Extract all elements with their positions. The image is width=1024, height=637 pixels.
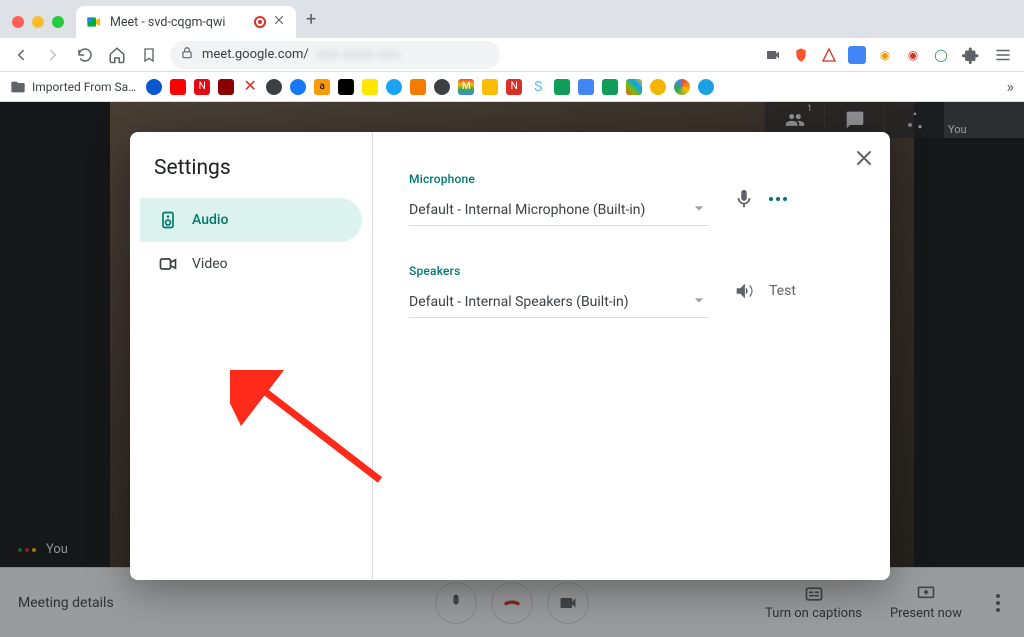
tab-title: Meet - svd-cqgm-qwi [110, 15, 248, 30]
settings-nav-audio-label: Audio [192, 212, 228, 228]
bookmark-icon[interactable] [218, 79, 234, 95]
volume-icon [733, 280, 755, 302]
bookmark-icon[interactable]: ✕ [242, 79, 258, 95]
camera-indicator-icon[interactable] [764, 46, 782, 64]
bookmark-icon[interactable] [434, 79, 450, 95]
bookmark-icon[interactable]: M [458, 79, 474, 95]
settings-nav-audio[interactable]: Audio [140, 198, 362, 242]
speakers-value: Default - Internal Speakers (Built-in) [409, 294, 629, 310]
bookmark-icon[interactable] [362, 79, 378, 95]
bookmark-icon[interactable] [170, 79, 186, 95]
bookmark-icon[interactable]: a [314, 79, 330, 95]
extensions-row: ◉ ◉ ◯ [764, 44, 1014, 66]
settings-nav-video-label: Video [192, 256, 228, 272]
address-bar[interactable]: meet.google.com/ xxx-xxxx-xxx [170, 41, 500, 69]
bookmark-button[interactable] [138, 44, 160, 66]
new-tab-button[interactable]: + [302, 9, 320, 38]
extensions-menu-button[interactable] [960, 44, 982, 66]
bookmark-icon[interactable] [482, 79, 498, 95]
speakers-group: Speakers Default - Internal Speakers (Bu… [409, 264, 854, 318]
maximize-window-button[interactable] [52, 16, 64, 28]
minimize-window-button[interactable] [32, 16, 44, 28]
bookmark-icon[interactable] [602, 79, 618, 95]
bookmarks-folder[interactable]: Imported From Sa… [10, 79, 136, 95]
speakers-label: Speakers [409, 264, 709, 278]
bookmark-icon[interactable] [554, 79, 570, 95]
bookmark-icon[interactable] [290, 79, 306, 95]
settings-panel-audio: Microphone Default - Internal Microphone… [373, 132, 890, 580]
meet-favicon-icon [86, 14, 102, 30]
microphone-label: Microphone [409, 172, 709, 186]
chevron-down-icon [689, 290, 709, 314]
bookmark-icon[interactable] [650, 79, 666, 95]
back-button[interactable] [10, 44, 32, 66]
chevron-down-icon [689, 198, 709, 222]
settings-dialog: Settings Audio Video Microphone Default … [130, 132, 890, 580]
bookmarks-overflow-button[interactable]: » [1007, 77, 1015, 96]
speaker-icon [158, 210, 178, 230]
meet-viewport: 1 You You Meeting details Turn on captio… [0, 102, 1024, 637]
bookmark-icon[interactable] [410, 79, 426, 95]
speakers-test-group: Test [733, 280, 796, 302]
microphone-group: Microphone Default - Internal Microphone… [409, 172, 854, 226]
bookmarks-bar: Imported From Sa… N ✕ a M N S » [0, 72, 1024, 102]
green-circle-ext-icon[interactable]: ◯ [932, 46, 950, 64]
settings-nav-video[interactable]: Video [140, 242, 362, 286]
bookmark-icon[interactable] [266, 79, 282, 95]
bookmark-icon[interactable]: S [530, 79, 546, 95]
bookmark-icon[interactable]: N [506, 79, 522, 95]
microphone-value: Default - Internal Microphone (Built-in) [409, 202, 645, 218]
mic-level-dots-icon [769, 197, 787, 201]
browser-tab-active[interactable]: Meet - svd-cqgm-qwi [76, 6, 296, 38]
bookmark-icon[interactable] [338, 79, 354, 95]
triangle-ext-icon[interactable] [820, 46, 838, 64]
forward-button[interactable] [42, 44, 64, 66]
lock-icon [180, 46, 194, 64]
mic-icon [733, 188, 755, 210]
close-window-button[interactable] [12, 16, 24, 28]
recording-indicator-icon [256, 18, 264, 26]
bookmark-icon[interactable] [146, 79, 162, 95]
bookmark-icon[interactable] [626, 79, 642, 95]
orange-ext-icon[interactable]: ◉ [876, 46, 894, 64]
speakers-test-button[interactable]: Test [769, 283, 796, 299]
address-url: meet.google.com/ [202, 47, 309, 62]
video-icon [158, 254, 178, 274]
browser-menu-button[interactable] [992, 44, 1014, 66]
bookmark-icon[interactable] [674, 79, 690, 95]
address-url-redacted: xxx-xxxx-xxx [317, 47, 401, 62]
bookmark-icon[interactable] [698, 79, 714, 95]
microphone-select[interactable]: Default - Internal Microphone (Built-in) [409, 194, 709, 226]
bookmark-icon[interactable] [578, 79, 594, 95]
bookmarks-folder-label: Imported From Sa… [32, 80, 136, 94]
browser-toolbar: meet.google.com/ xxx-xxxx-xxx ◉ ◉ ◯ [0, 38, 1024, 72]
home-button[interactable] [106, 44, 128, 66]
settings-sidebar: Settings Audio Video [130, 132, 373, 580]
translate-ext-icon[interactable] [848, 46, 866, 64]
window-controls [10, 16, 70, 38]
brave-shield-icon[interactable] [792, 46, 810, 64]
reload-button[interactable] [74, 44, 96, 66]
tab-close-button[interactable] [272, 13, 286, 31]
microphone-indicator [733, 188, 787, 210]
speakers-select[interactable]: Default - Internal Speakers (Built-in) [409, 286, 709, 318]
settings-title: Settings [140, 156, 362, 198]
bookmark-icon[interactable]: N [194, 79, 210, 95]
tab-strip: Meet - svd-cqgm-qwi + [0, 0, 1024, 38]
bookmark-icons-row: N ✕ a M N S [146, 79, 996, 95]
red-circle-ext-icon[interactable]: ◉ [904, 46, 922, 64]
bookmark-icon[interactable] [386, 79, 402, 95]
